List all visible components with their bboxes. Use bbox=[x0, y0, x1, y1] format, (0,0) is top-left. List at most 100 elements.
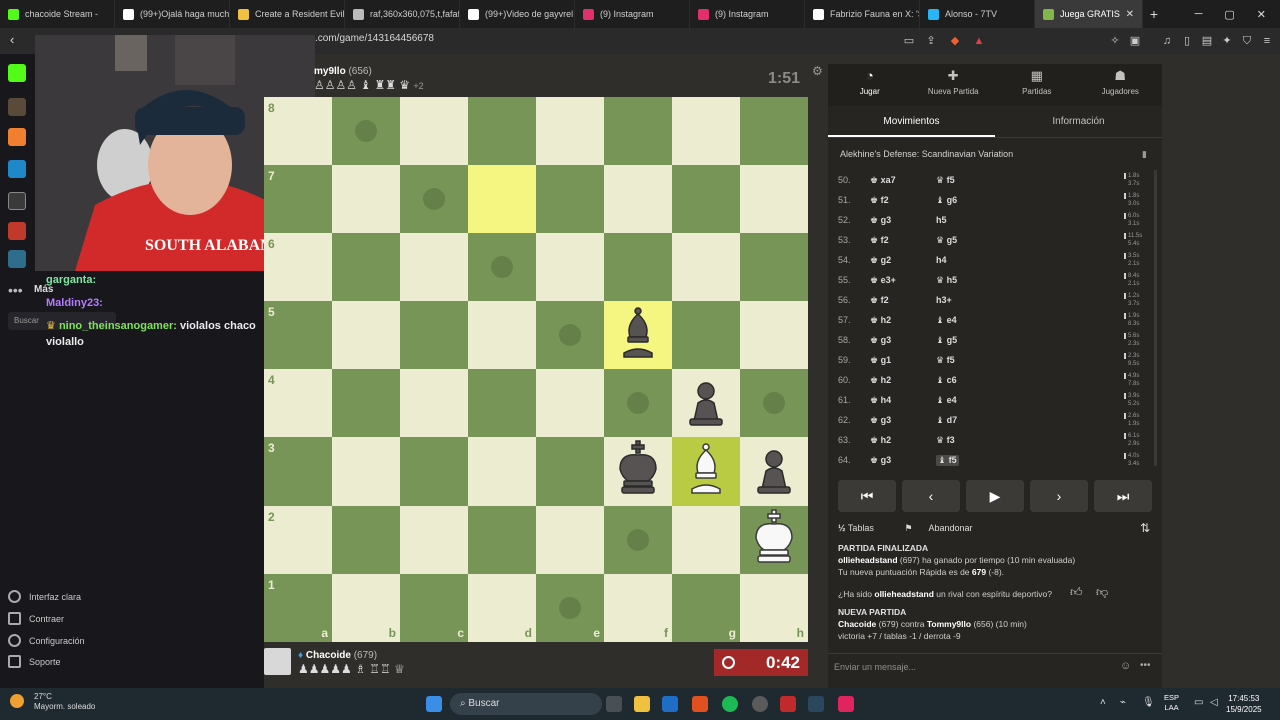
tiktok-icon[interactable] bbox=[838, 696, 854, 712]
prev-move-button[interactable]: ‹ bbox=[902, 480, 960, 512]
browser-tab[interactable]: Juega GRATIS ✕ bbox=[1035, 0, 1143, 28]
cast-icon[interactable]: ▭ bbox=[902, 34, 916, 48]
move-hint-dot[interactable] bbox=[559, 596, 581, 619]
board-square-f3[interactable] bbox=[604, 437, 672, 506]
thumbs-down-icon[interactable]: 👎︎ bbox=[1096, 586, 1108, 598]
board-square-a4[interactable]: 4 bbox=[264, 369, 332, 438]
recording-app-icon[interactable] bbox=[780, 696, 796, 712]
board-square-e4[interactable] bbox=[536, 369, 604, 438]
book-icon[interactable]: ▮ bbox=[1142, 149, 1147, 160]
board-square-e1[interactable]: e bbox=[536, 573, 604, 642]
board-square-f7[interactable] bbox=[604, 165, 672, 234]
log-match-b[interactable]: Tommy9llo bbox=[927, 619, 971, 629]
menu-collapse[interactable]: Contraer bbox=[8, 612, 64, 625]
vpn-icon[interactable]: ⛉ bbox=[1240, 34, 1254, 48]
chat-username[interactable]: nino_theinsanogamer: bbox=[59, 320, 177, 332]
board-square-h5[interactable] bbox=[740, 301, 808, 370]
board-square-e5[interactable] bbox=[536, 301, 604, 370]
draw-button[interactable]: ½ Tablas bbox=[838, 523, 888, 533]
white-move[interactable]: ♚ g3 bbox=[870, 335, 891, 346]
board-square-g4[interactable] bbox=[672, 369, 740, 438]
board-square-d2[interactable] bbox=[468, 505, 536, 574]
black-move[interactable]: ♝ d7 bbox=[936, 415, 957, 426]
tab-moves[interactable]: Movimientos bbox=[828, 108, 995, 137]
share-icon[interactable]: ⇪ bbox=[924, 34, 938, 48]
tray-chevron-icon[interactable]: ˄ bbox=[1100, 697, 1106, 708]
white-move[interactable]: ♚ e3+ bbox=[870, 275, 896, 286]
log-q-name[interactable]: ollieheadstand bbox=[874, 589, 934, 599]
board-square-a5[interactable]: 5 bbox=[264, 301, 332, 370]
browser-tab[interactable]: (9) Instagram bbox=[690, 0, 805, 28]
browser-tab[interactable]: Fabrizio Fauna en X: 'S bbox=[805, 0, 920, 28]
black-move[interactable]: ♛ f5 bbox=[936, 175, 955, 186]
browser-tab[interactable]: raf,360x360,075,t,fafafa bbox=[345, 0, 460, 28]
black-move[interactable]: ♛ f5 bbox=[936, 355, 955, 366]
display-icon[interactable]: ▭ bbox=[1194, 697, 1203, 708]
white-move[interactable]: ♚ xa7 bbox=[870, 175, 896, 186]
log-winner[interactable]: ollieheadstand bbox=[838, 555, 898, 565]
board-square-h2[interactable] bbox=[740, 505, 808, 574]
screenshot-icon[interactable]: ▣ bbox=[1128, 34, 1142, 48]
move-hint-dot[interactable] bbox=[763, 392, 785, 415]
browser-tab[interactable]: Alonso - 7TV bbox=[920, 0, 1035, 28]
task-view-icon[interactable] bbox=[606, 696, 622, 712]
white-king-icon[interactable] bbox=[740, 506, 808, 574]
board-square-g2[interactable] bbox=[672, 505, 740, 574]
white-move[interactable]: ♚ f2 bbox=[870, 235, 889, 246]
board-square-g8[interactable] bbox=[672, 97, 740, 166]
panel-tab[interactable]: ◔ Jugar bbox=[828, 64, 912, 106]
language-indicator[interactable]: ESP LAA bbox=[1164, 693, 1179, 713]
puzzle-icon[interactable] bbox=[8, 128, 26, 146]
board-square-g3[interactable] bbox=[672, 437, 740, 506]
black-pawn-icon[interactable] bbox=[672, 369, 740, 437]
board-square-f1[interactable]: f bbox=[604, 573, 672, 642]
board-square-c2[interactable] bbox=[400, 505, 468, 574]
board-square-e6[interactable] bbox=[536, 233, 604, 302]
url-text[interactable]: s.com/game/143164456678 bbox=[310, 33, 434, 44]
board-square-d6[interactable] bbox=[468, 233, 536, 302]
more-icon[interactable]: ••• bbox=[8, 282, 23, 298]
board-square-g1[interactable]: g bbox=[672, 573, 740, 642]
board-square-d7[interactable] bbox=[468, 165, 536, 234]
binoculars-icon[interactable] bbox=[8, 192, 26, 210]
tab-info[interactable]: Información bbox=[995, 108, 1162, 137]
player-name[interactable]: ♦ Chacoide (679) bbox=[298, 650, 377, 661]
move-hint-dot[interactable] bbox=[491, 256, 513, 279]
white-move[interactable]: ♚ g1 bbox=[870, 355, 891, 366]
black-move[interactable]: ♛ f3 bbox=[936, 435, 955, 446]
brave-rewards-icon[interactable]: ▲ bbox=[972, 34, 986, 48]
white-move[interactable]: ♚ g3 bbox=[870, 215, 891, 226]
board-square-b6[interactable] bbox=[332, 233, 400, 302]
board-square-g7[interactable] bbox=[672, 165, 740, 234]
first-move-button[interactable]: ⏮ bbox=[838, 480, 896, 512]
browser-tab[interactable]: (99+)Video de gayvrel bbox=[460, 0, 575, 28]
weather-widget[interactable]: 27°C Mayorm. soleado bbox=[10, 692, 95, 712]
white-move[interactable]: ♚ h4 bbox=[870, 395, 891, 406]
board-square-b1[interactable]: b bbox=[332, 573, 400, 642]
move-hint-dot[interactable] bbox=[423, 188, 445, 211]
black-move[interactable]: ♝ f5 bbox=[936, 455, 959, 466]
board-square-f2[interactable] bbox=[604, 505, 672, 574]
board-square-f5[interactable] bbox=[604, 301, 672, 370]
move-hint-dot[interactable] bbox=[627, 392, 649, 415]
microphone-icon[interactable]: 🎙︎ bbox=[1142, 697, 1155, 708]
board-square-d3[interactable] bbox=[468, 437, 536, 506]
avatar[interactable] bbox=[264, 648, 291, 675]
black-move[interactable]: ♝ g6 bbox=[936, 195, 957, 206]
board-square-h4[interactable] bbox=[740, 369, 808, 438]
board-square-b2[interactable] bbox=[332, 505, 400, 574]
taskbar-search[interactable]: ⌕ Buscar bbox=[450, 693, 602, 715]
board-square-c1[interactable]: c bbox=[400, 573, 468, 642]
white-move[interactable]: ♚ g3 bbox=[870, 415, 891, 426]
board-square-c7[interactable] bbox=[400, 165, 468, 234]
black-king-icon[interactable] bbox=[604, 437, 672, 505]
volume-icon[interactable]: ◁ bbox=[1210, 697, 1218, 708]
white-move[interactable]: ♚ h2 bbox=[870, 435, 891, 446]
board-square-d5[interactable] bbox=[468, 301, 536, 370]
menu-light-interface[interactable]: Interfaz clara bbox=[8, 590, 81, 603]
board-square-h7[interactable] bbox=[740, 165, 808, 234]
white-move[interactable]: ♚ h2 bbox=[870, 315, 891, 326]
opponent-name[interactable]: my9llo (656) bbox=[314, 66, 372, 77]
board-square-d4[interactable] bbox=[468, 369, 536, 438]
obs-icon[interactable] bbox=[752, 696, 768, 712]
